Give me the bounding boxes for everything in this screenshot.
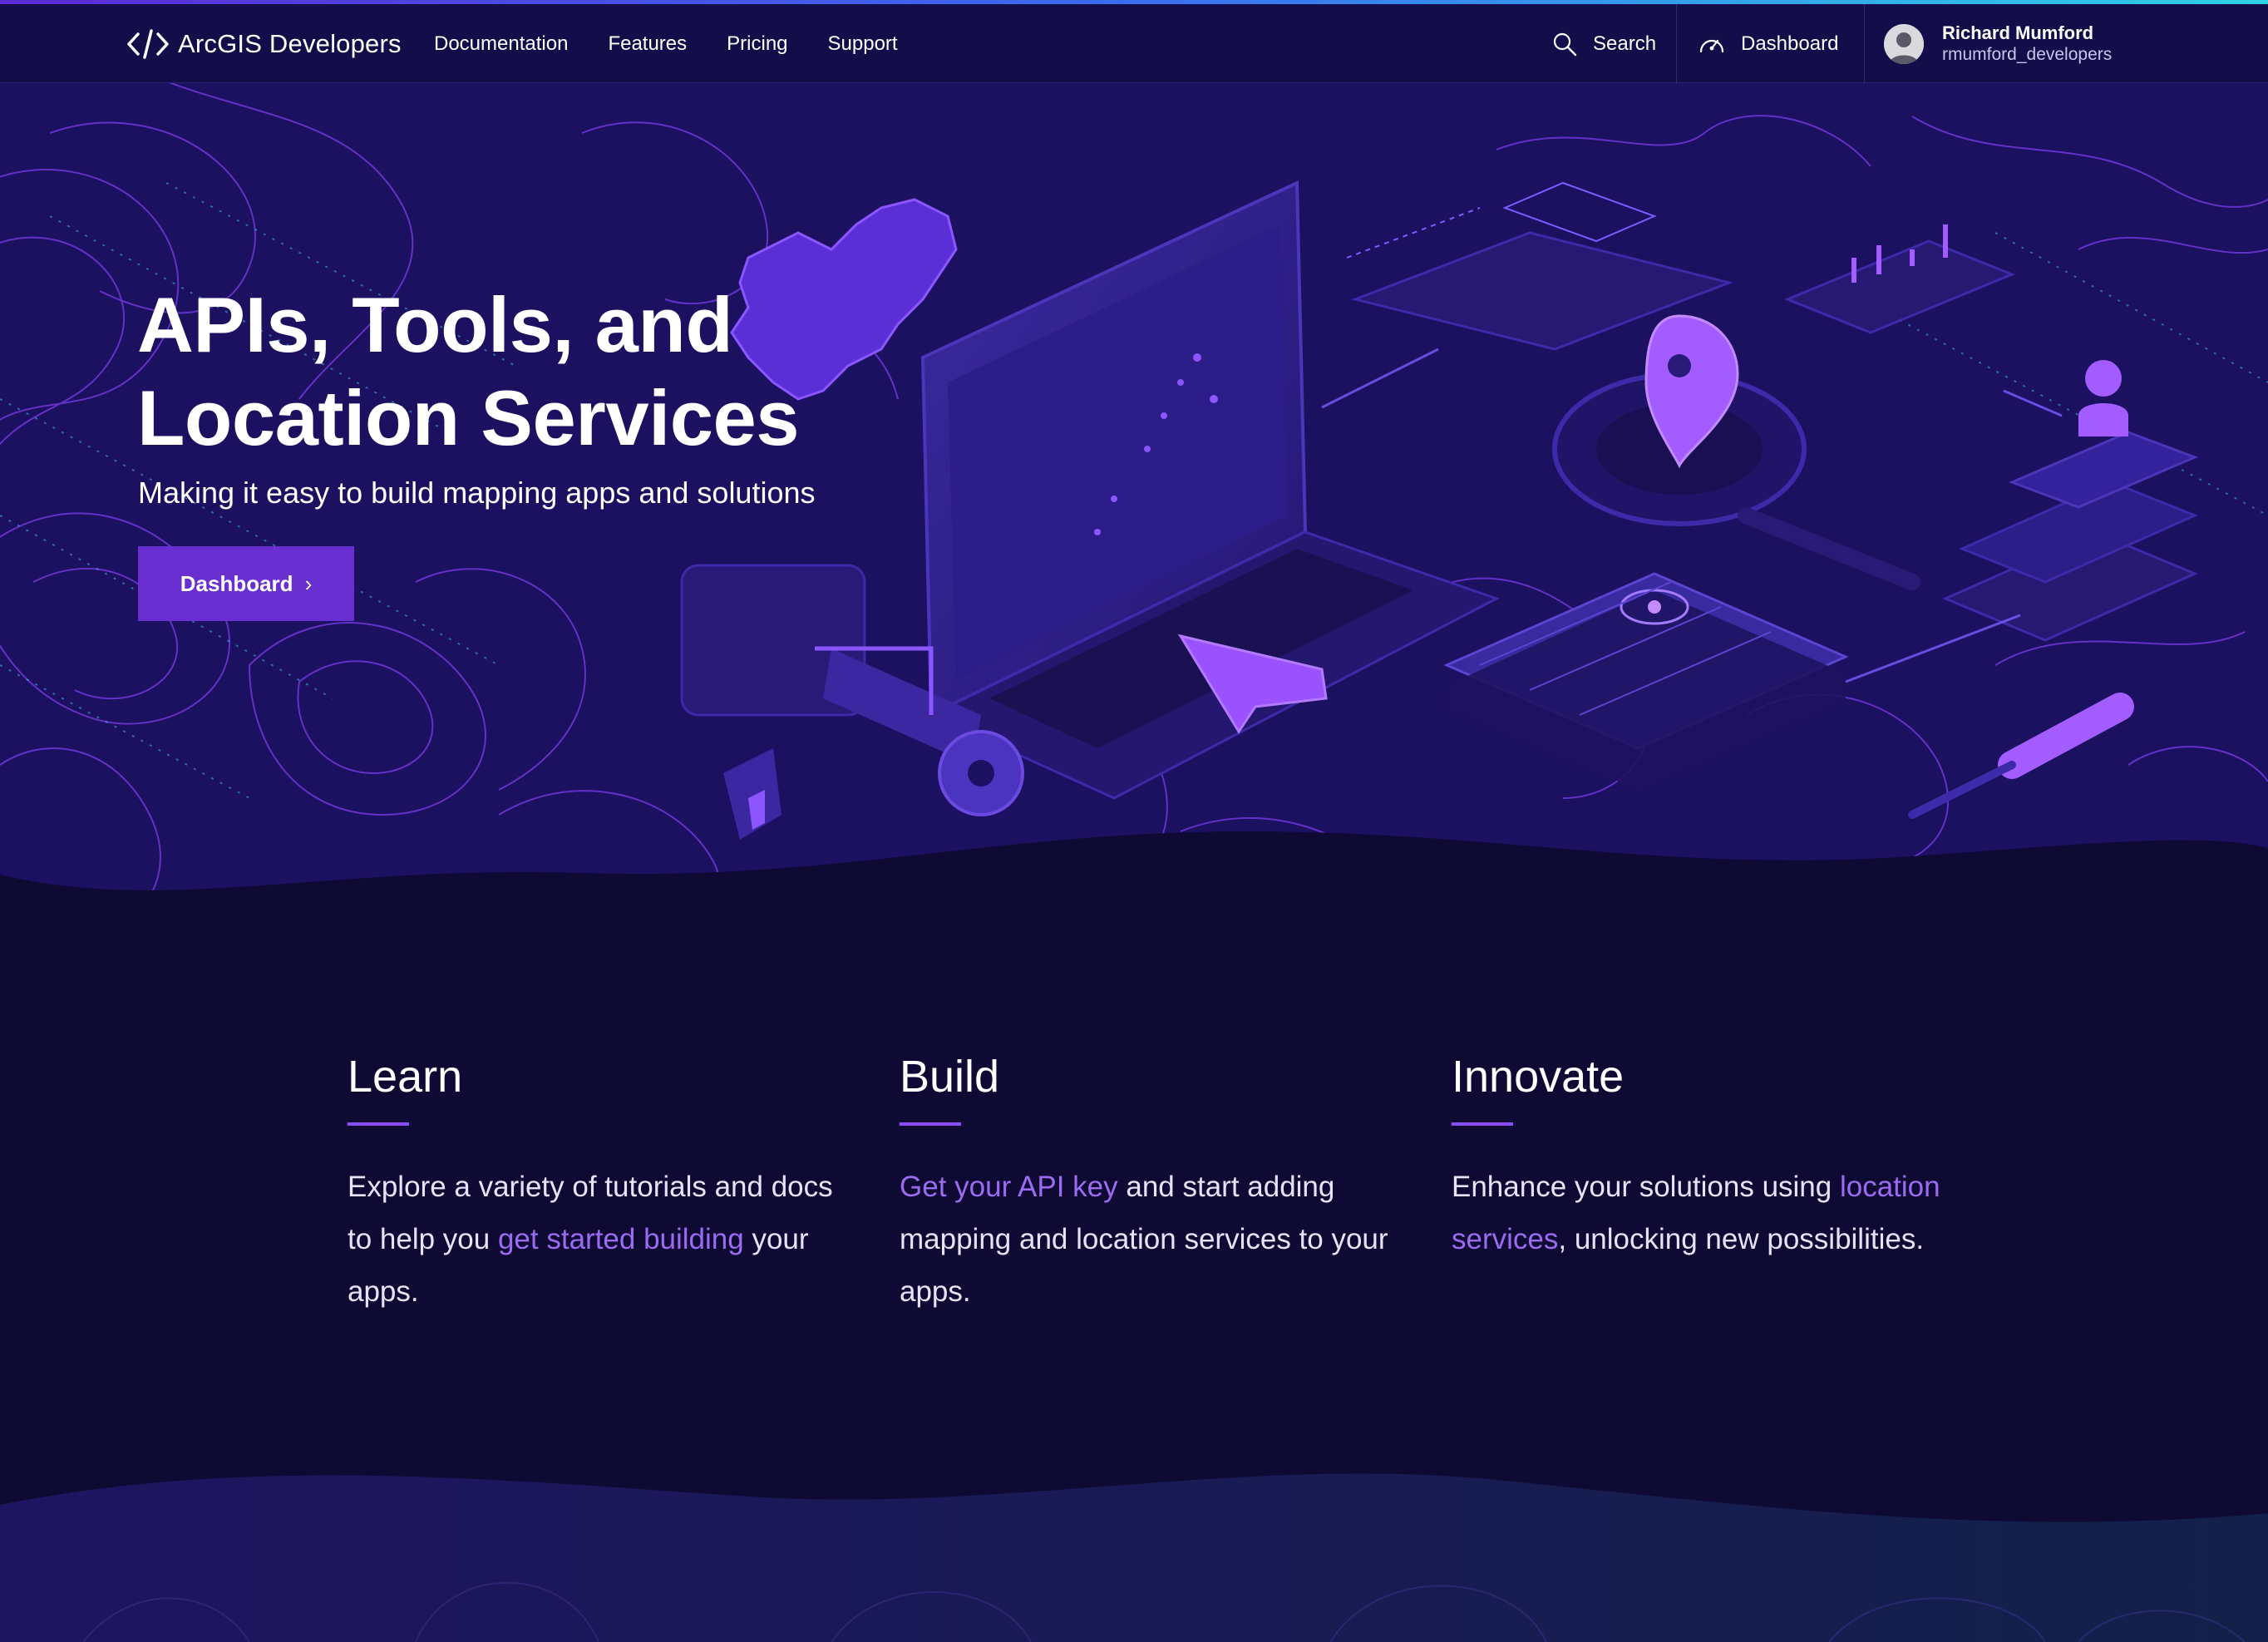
page: ArcGIS Developers Documentation Features… xyxy=(0,0,2268,1642)
nav-pricing[interactable]: Pricing xyxy=(727,32,787,56)
feature-build: Build Get your API key and start adding … xyxy=(900,1048,1398,1318)
map-tile-illustration xyxy=(1443,572,1849,790)
hero-dashboard-button[interactable]: Dashboard › xyxy=(138,546,354,621)
header-divider xyxy=(1676,4,1677,83)
user-stack-illustration xyxy=(1942,360,2199,642)
hero-illustration xyxy=(0,83,2268,948)
laptop-illustration xyxy=(920,180,1500,800)
screwdriver-illustration xyxy=(1908,693,2134,819)
logo-text: ArcGIS Developers xyxy=(178,28,402,58)
site-header: ArcGIS Developers Documentation Features… xyxy=(0,4,2268,83)
code-brackets-icon xyxy=(127,28,169,59)
feature-title: Innovate xyxy=(1452,1052,1625,1102)
user-handle: rmumford_developers xyxy=(1942,45,2113,65)
user-avatar-icon xyxy=(1884,23,1924,64)
title-underline xyxy=(900,1122,961,1126)
nav-features[interactable]: Features xyxy=(608,32,687,56)
map-pin-illustration xyxy=(1552,314,1920,590)
hero-bottom-wave xyxy=(0,831,2268,948)
feature-description: Enhance your solutions using location se… xyxy=(1452,1161,1950,1265)
feature-innovate: Innovate Enhance your solutions using lo… xyxy=(1452,1048,1950,1265)
nav-documentation[interactable]: Documentation xyxy=(434,32,568,56)
hero-title: APIs, Tools, and Location Services xyxy=(137,279,969,465)
feature-title: Learn xyxy=(348,1052,463,1102)
feature-learn: Learn Explore a variety of tutorials and… xyxy=(348,1048,846,1318)
hero-cta-label: Dashboard xyxy=(180,570,293,596)
dashboard-nav-button[interactable]: Dashboard xyxy=(1698,4,1838,83)
feature-description: Get your API key and start adding mappin… xyxy=(900,1161,1398,1318)
search-label: Search xyxy=(1593,32,1657,55)
user-name: Richard Mumford xyxy=(1942,22,2094,43)
hero-section: APIs, Tools, and Location Services Makin… xyxy=(0,83,2268,948)
feature-text: , unlocking new possibilities. xyxy=(1558,1223,1925,1255)
dashboard-label: Dashboard xyxy=(1741,32,1839,55)
header-divider xyxy=(1864,4,1865,83)
gauge-icon xyxy=(1699,39,1724,52)
hero-title-line: Location Services xyxy=(137,374,800,461)
user-info: Richard Mumford rmumford_developers xyxy=(1942,22,2112,67)
nav-support[interactable]: Support xyxy=(828,32,898,56)
get-api-key-link[interactable]: Get your API key xyxy=(900,1171,1118,1203)
main-nav: Documentation Features Pricing Support xyxy=(434,4,938,83)
feature-description: Explore a variety of tutorials and docs … xyxy=(348,1161,846,1318)
footer-wave xyxy=(0,1473,2268,1642)
chevron-right-icon: › xyxy=(304,570,313,596)
feature-text: Enhance your solutions using xyxy=(1452,1171,1840,1203)
title-underline xyxy=(1452,1122,1513,1126)
hero-title-line: APIs, Tools, and xyxy=(137,281,733,368)
hero-subtitle: Making it easy to build mapping apps and… xyxy=(138,476,816,510)
get-started-link[interactable]: get started building xyxy=(498,1223,744,1255)
logo-link[interactable]: ArcGIS Developers xyxy=(126,4,402,83)
search-icon xyxy=(1553,32,1577,56)
search-button[interactable]: Search xyxy=(1551,4,1656,83)
user-menu[interactable]: Richard Mumford rmumford_developers xyxy=(1884,4,2112,83)
feature-title: Build xyxy=(900,1052,1000,1102)
title-underline xyxy=(348,1122,409,1126)
